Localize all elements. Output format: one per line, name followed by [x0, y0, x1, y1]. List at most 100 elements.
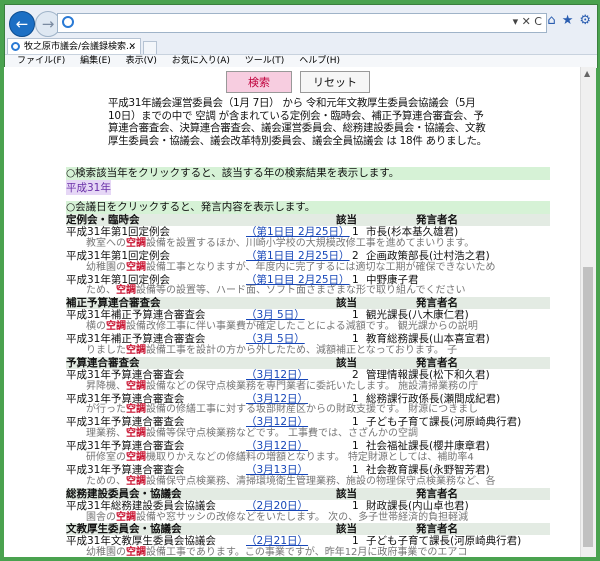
reset-button[interactable]: リセット — [300, 71, 370, 93]
result-snippet: ため、空調設備等の設置等、ハード面、ソフト面さまざまな形で取り組んでください — [86, 285, 466, 297]
section-title: 総務建設委員会・協議会 — [66, 487, 182, 500]
match-count: 1 — [352, 463, 359, 476]
nav-bar: ← → ▾ ✕ C ⌂ ★ ⚙ — [5, 5, 597, 39]
result-snippet: 園舎の空調設備や窓サッシの改修などをいたします。 次の、多子世帯経済的負担軽減 — [86, 511, 469, 523]
meeting-date-link[interactable]: （第1日目 2月25日） — [246, 226, 350, 238]
match-count: 1 — [352, 309, 359, 322]
meeting-date-link[interactable]: （第1日目 2月25日） — [246, 250, 350, 262]
match-count: 1 — [352, 392, 359, 405]
keyword-highlight: 空調 — [126, 380, 146, 392]
scroll-thumb[interactable] — [583, 267, 593, 547]
keyword-highlight: 空調 — [116, 285, 136, 297]
result-row: 平成31年予算連合審査会 （3月12日） 1 子ども子育て課長(河原崎典行君) — [66, 416, 566, 428]
menu-favorites[interactable]: お気に入り(A) — [172, 56, 230, 66]
address-controls[interactable]: ▾ ✕ C — [513, 15, 542, 28]
keyword-highlight: 空調 — [126, 261, 146, 273]
snippet-row: 理業務、空調設備等保守点検業務などです。 工事費では、さざんかの空調 — [66, 428, 566, 440]
settings-gear-icon[interactable]: ⚙ — [579, 13, 591, 28]
result-snippet: 昇降機、空調設備などの保守点検業務を専門業者に委託いたします。 施設清掃業務の庁 — [86, 380, 479, 392]
meeting-date-link[interactable]: （3月12日） — [246, 416, 308, 428]
speaker-name: 管理情報課長(松下和久君) — [366, 368, 490, 381]
match-count: 1 — [352, 225, 359, 238]
column-header-topic: 該当 — [336, 523, 357, 536]
speaker-name: 財政課長(内山卓也君) — [366, 499, 469, 512]
section-title: 定例会・臨時会 — [66, 214, 140, 226]
address-bar[interactable]: ▾ ✕ C — [57, 13, 547, 33]
vertical-scrollbar[interactable]: ▲ — [580, 67, 596, 557]
keyword-highlight: 空調 — [116, 511, 136, 523]
home-icon[interactable]: ⌂ — [547, 13, 555, 28]
result-snippet: 幼稚園の空調設備工事となりますが、年度内に完了するには適切な工期が確保できないた… — [86, 261, 496, 273]
search-button[interactable]: 検索 — [226, 71, 292, 93]
result-snippet: 理業務、空調設備等保守点検業務などです。 工事費では、さざんかの空調 — [86, 428, 418, 440]
meeting-name: 平成31年予算連合審査会 — [66, 463, 185, 476]
result-row: 平成31年文教厚生委員会協議会 （2月21日） 1 子ども子育て課長(河原崎典行君) — [66, 535, 566, 547]
snippet-row: が行った空調設備の修繕工事に対する坂部財産区からの財政支援です。 財源につきまし — [66, 404, 566, 416]
column-header-speaker: 発言者名 — [416, 356, 458, 369]
snippet-row: ための、空調設備保守点検業務、清掃環境衛生管理業務、施設の物理保守点検業務など、… — [66, 476, 566, 488]
result-snippet: ための、空調設備保守点検業務、清掃環境衛生管理業務、施設の物理保守点検業務など、… — [86, 475, 496, 487]
match-count: 2 — [352, 368, 359, 381]
result-row: 平成31年総務建設委員会協議会 （2月20日） 1 財政課長(内山卓也君) — [66, 500, 566, 512]
meeting-date-link[interactable]: （2月21日） — [246, 535, 308, 547]
meeting-name: 平成31年予算連合審査会 — [66, 392, 185, 405]
section-title: 文教厚生委員会・協議会 — [66, 523, 182, 536]
speaker-name: 子ども子育て課長(河原崎典行君) — [366, 535, 522, 548]
speaker-name: 子ども子育て課長(河原崎典行君) — [366, 416, 522, 429]
keyword-highlight: 空調 — [106, 321, 126, 333]
browser-tab[interactable]: 牧之原市議会/会議録検索... ✕ — [7, 38, 141, 54]
speaker-name: 中野康子君 — [366, 273, 419, 286]
speaker-name: 観光課長(八木康仁君) — [366, 309, 469, 322]
scroll-up-icon[interactable]: ▲ — [584, 69, 590, 78]
speaker-name: 社会福祉課長(櫻井康章君) — [366, 440, 490, 453]
tab-ie-icon — [11, 42, 20, 51]
menu-edit[interactable]: 編集(E) — [80, 56, 111, 66]
result-row: 平成31年補正予算連合審査会 （3月 5日） 1 観光課長(八木康仁君) — [66, 309, 566, 321]
browser-chrome: ← → ▾ ✕ C ⌂ ★ ⚙ 牧之原市議会/会議録検索... ✕ ファイル(F) … — [4, 4, 598, 68]
snippet-row: 幼稚園の空調設備工事となりますが、年度内に完了するには適切な工期が確保できないた… — [66, 262, 566, 274]
keyword-highlight: 空調 — [126, 404, 146, 416]
result-row: 平成31年補正予算連合審査会 （3月 5日） 1 教育総務課長(山本喜宣君) — [66, 333, 566, 345]
snippet-row: 教室への空調設備を設置するほか、川崎小学校の大規模改修工事を進めてまいります。 — [66, 238, 566, 250]
match-count: 1 — [352, 416, 359, 429]
speaker-name: 市長(杉本基久雄君) — [366, 225, 459, 238]
new-tab-button[interactable] — [143, 41, 157, 55]
back-icon[interactable]: ← — [9, 11, 35, 37]
close-tab-icon[interactable]: ✕ — [128, 39, 136, 55]
snippet-row: ため、空調設備等の設置等、ハード面、ソフト面さまざまな形で取り組んでください — [66, 285, 566, 297]
section-header: 補正予算連合審査会 該当 発言者名 — [66, 297, 550, 310]
result-row: 平成31年第1回定例会 （第1日目 2月25日） 2 企画政策部長(辻村浩之君) — [66, 250, 566, 262]
meeting-name: 平成31年予算連合審査会 — [66, 368, 185, 381]
match-count: 1 — [352, 535, 359, 548]
year-link[interactable]: 平成31年 — [66, 180, 111, 195]
keyword-highlight: 空調 — [126, 475, 146, 487]
menu-view[interactable]: 表示(V) — [126, 56, 157, 66]
result-row: 平成31年予算連合審査会 （3月12日） 1 総務課行政係長(瀬間成紀君) — [66, 393, 566, 405]
meeting-date-link[interactable]: （2月20日） — [246, 500, 308, 512]
result-row: 平成31年予算連合審査会 （3月12日） 1 社会福祉課長(櫻井康章君) — [66, 440, 566, 452]
menu-tools[interactable]: ツール(T) — [245, 56, 285, 66]
meeting-date-link[interactable]: （3月12日） — [246, 369, 308, 381]
speaker-name: 企画政策部長(辻村浩之君) — [366, 249, 490, 262]
section-header: 定例会・臨時会 該当 発言者名 — [66, 214, 550, 226]
menu-file[interactable]: ファイル(F) — [17, 56, 65, 66]
match-count: 2 — [352, 249, 359, 262]
meeting-date-link[interactable]: （3月13日） — [246, 464, 308, 476]
year-guide: ○検索該当年をクリックすると、該当する年の検索結果を表示します。 — [66, 167, 550, 180]
menu-help[interactable]: ヘルプ(H) — [299, 56, 340, 66]
meeting-date-link[interactable]: （第1日目 2月25日） — [246, 274, 350, 286]
column-header-speaker: 発言者名 — [416, 523, 458, 536]
menu-bar: ファイル(F) 編集(E) 表示(V) お気に入り(A) ツール(T) ヘルプ(… — [5, 54, 597, 68]
column-header-topic: 該当 — [336, 487, 357, 500]
meeting-date-link[interactable]: （3月12日） — [246, 440, 308, 452]
meeting-name: 平成31年補正予算連合審査会 — [66, 309, 206, 322]
meeting-date-link[interactable]: （3月 5日） — [246, 309, 305, 321]
speaker-name: 教育総務課長(山本喜宣君) — [366, 333, 490, 345]
meeting-date-link[interactable]: （3月12日） — [246, 393, 308, 405]
match-count: 1 — [352, 273, 359, 286]
favorites-star-icon[interactable]: ★ — [562, 13, 574, 28]
keyword-highlight: 空調 — [126, 547, 146, 557]
keyword-highlight: 空調 — [126, 237, 146, 249]
meeting-date-link[interactable]: （3月 5日） — [246, 333, 305, 345]
meeting-name: 平成31年予算連合審査会 — [66, 440, 185, 453]
